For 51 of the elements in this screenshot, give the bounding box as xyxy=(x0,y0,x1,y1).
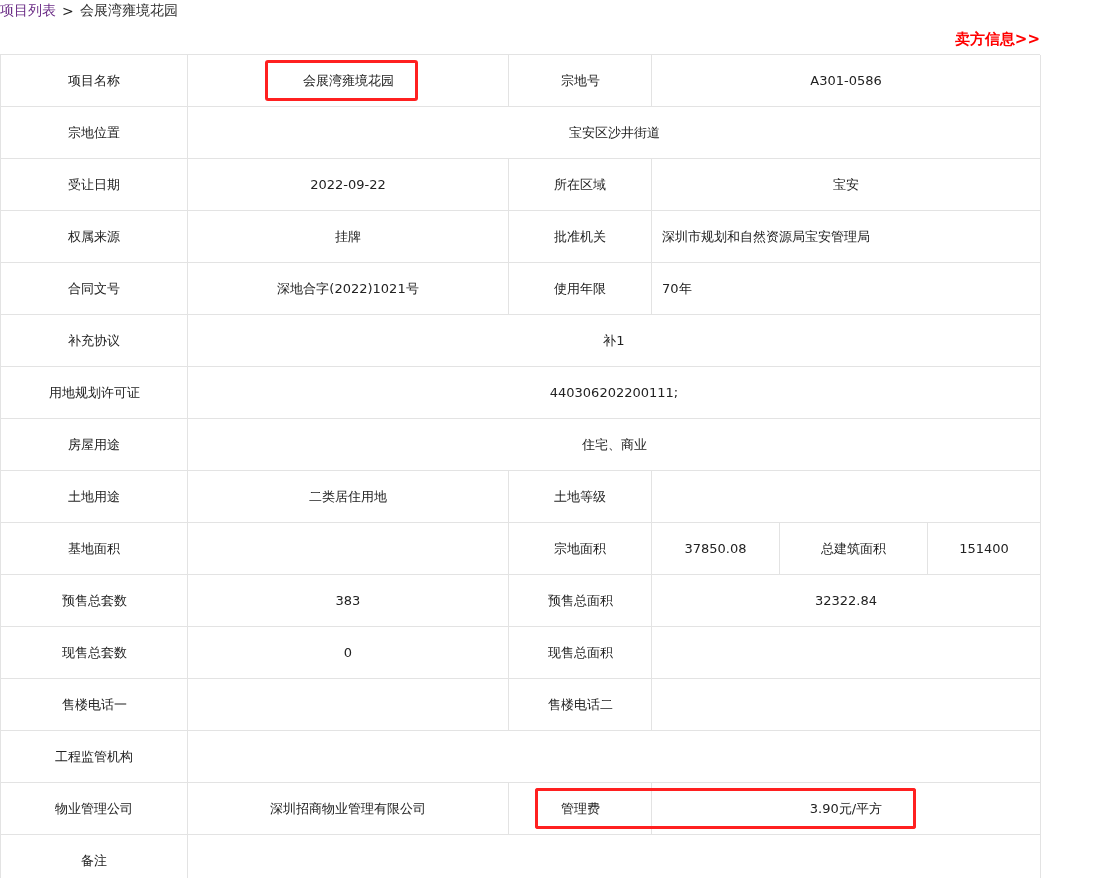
table-cell: 物业管理公司 xyxy=(1,783,188,835)
table-cell: 37850.08 xyxy=(652,523,780,575)
table-cell: 宝安区沙井街道 xyxy=(188,107,1041,159)
table-cell: 440306202200111; xyxy=(188,367,1041,419)
table-cell: 宗地位置 xyxy=(1,107,188,159)
table-cell: 宗地号 xyxy=(509,55,652,107)
table-cell: 二类居住用地 xyxy=(188,471,509,523)
table-cell: 宗地面积 xyxy=(509,523,652,575)
table-cell: 土地用途 xyxy=(1,471,188,523)
table-cell: 总建筑面积 xyxy=(780,523,928,575)
table-cell: 32322.84 xyxy=(652,575,1041,627)
table-cell: 备注 xyxy=(1,835,188,878)
table-cell: 使用年限 xyxy=(509,263,652,315)
table-cell: 3.90元/平方 xyxy=(652,783,1041,835)
table-cell: 批准机关 xyxy=(509,211,652,263)
table-cell: 管理费 xyxy=(509,783,652,835)
table-cell: 售楼电话一 xyxy=(1,679,188,731)
table-cell: 深地合字(2022)1021号 xyxy=(188,263,509,315)
table-cell: 所在区域 xyxy=(509,159,652,211)
table-cell: 补充协议 xyxy=(1,315,188,367)
table-cell: 补1 xyxy=(188,315,1041,367)
table-cell: 住宅、商业 xyxy=(188,419,1041,471)
table-cell: A301-0586 xyxy=(652,55,1041,107)
seller-info-link[interactable]: 卖方信息>> xyxy=(954,29,1040,49)
table-cell: 2022-09-22 xyxy=(188,159,509,211)
table-cell: 深圳市规划和自然资源局宝安管理局 xyxy=(652,211,1041,263)
table-cell: 项目名称 xyxy=(1,55,188,107)
table-cell: 会展湾雍境花园 xyxy=(188,55,509,107)
table-cell: 70年 xyxy=(652,263,1041,315)
table-cell: 151400 xyxy=(928,523,1041,575)
table-cell: 预售总面积 xyxy=(509,575,652,627)
table-cell: 宝安 xyxy=(652,159,1041,211)
table-cell: 预售总套数 xyxy=(1,575,188,627)
table-cell: 0 xyxy=(188,627,509,679)
table-cell: 合同文号 xyxy=(1,263,188,315)
table-cell: 售楼电话二 xyxy=(509,679,652,731)
table-cell: 房屋用途 xyxy=(1,419,188,471)
table-cell: 基地面积 xyxy=(1,523,188,575)
table-cell: 受让日期 xyxy=(1,159,188,211)
table-cell: 权属来源 xyxy=(1,211,188,263)
table-cell: 深圳招商物业管理有限公司 xyxy=(188,783,509,835)
table-cell: 工程监管机构 xyxy=(1,731,188,783)
table-cell: 用地规划许可证 xyxy=(1,367,188,419)
breadcrumb-separator: > xyxy=(62,3,74,19)
table-cell: 土地等级 xyxy=(509,471,652,523)
table-cell: 现售总套数 xyxy=(1,627,188,679)
breadcrumb-link[interactable]: 项目列表 xyxy=(0,2,56,20)
breadcrumb-current: 会展湾雍境花园 xyxy=(79,2,178,20)
table-cell: 383 xyxy=(188,575,509,627)
table-cell: 挂牌 xyxy=(188,211,509,263)
table-cell: 现售总面积 xyxy=(509,627,652,679)
